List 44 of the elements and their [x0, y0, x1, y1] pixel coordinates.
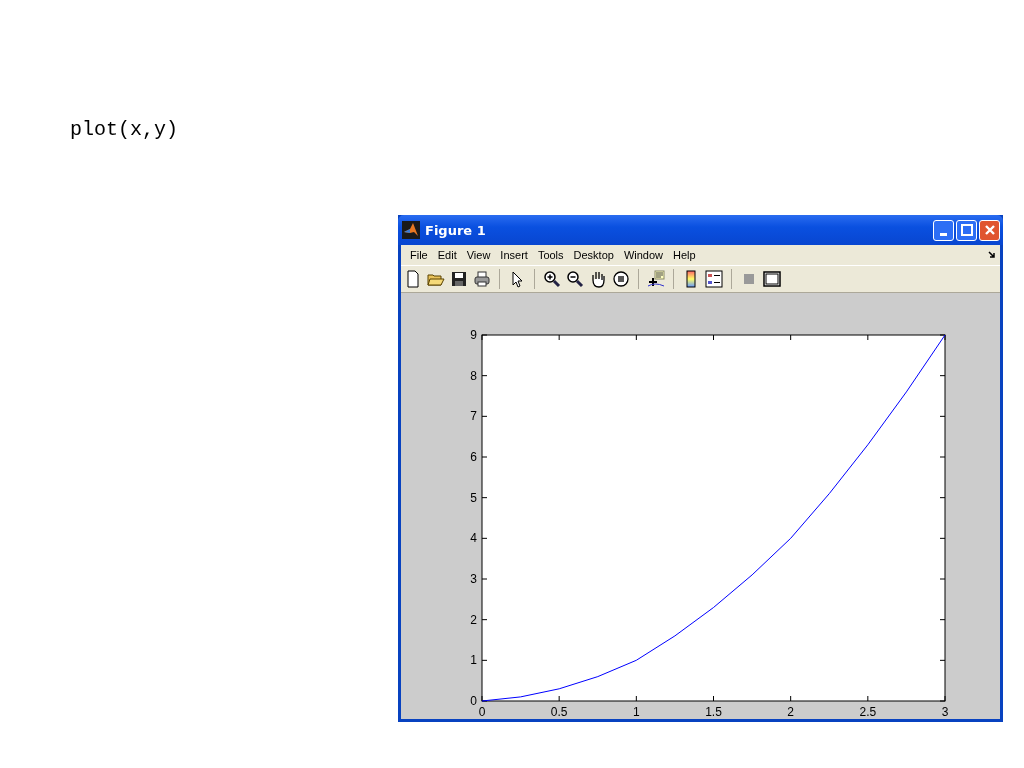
menu-item[interactable]: File: [405, 249, 433, 261]
blank-page-icon[interactable]: [404, 270, 422, 288]
y-tick-label: 5: [470, 490, 477, 505]
dock-arrow-icon[interactable]: [988, 251, 996, 259]
window-title: Figure 1: [425, 222, 487, 238]
hand-icon[interactable]: [589, 270, 607, 288]
y-tick-label: 9: [470, 328, 477, 342]
menu-item[interactable]: Edit: [432, 249, 462, 261]
minimize-button[interactable]: [933, 219, 954, 241]
menu-item[interactable]: View: [461, 249, 496, 261]
menu-item[interactable]: Window: [618, 249, 669, 261]
y-tick-label: 3: [470, 572, 477, 586]
y-tick-label: 4: [470, 531, 477, 546]
maximize-button[interactable]: [956, 219, 977, 241]
x-tick-label: 0: [478, 705, 486, 719]
zoom-in-icon[interactable]: [543, 270, 561, 288]
close-button[interactable]: [979, 219, 1000, 241]
y-tick-label: 2: [470, 612, 477, 627]
rotate-icon[interactable]: [612, 270, 630, 288]
close-icon: [983, 224, 996, 236]
x-tick-label: 1: [633, 705, 640, 719]
menu-item[interactable]: Desktop: [568, 249, 619, 261]
x-tick-label: 2: [787, 705, 794, 719]
menu-item[interactable]: Tools: [532, 249, 569, 261]
menu-item[interactable]: Insert: [495, 249, 533, 261]
window-frame-icon[interactable]: [763, 270, 781, 288]
x-tick-label: 1.5: [705, 705, 722, 719]
y-tick-label: 6: [470, 450, 477, 464]
minimize-icon: [940, 232, 947, 236]
x-tick-label: 0.5: [550, 705, 568, 719]
x-tick-label: 3: [941, 705, 949, 719]
x-tick-label: 2.5: [859, 705, 877, 719]
app-logo-icon: [402, 221, 420, 239]
y-tick-label: 1: [470, 653, 477, 668]
y-tick-label: 0: [470, 694, 477, 708]
menu-item[interactable]: Help: [668, 249, 701, 261]
maximize-icon: [960, 224, 973, 236]
legend-icon[interactable]: [705, 270, 723, 288]
code-line: plot(x,y): [70, 118, 179, 141]
y-tick-label: 7: [470, 409, 477, 424]
zoom-out-icon[interactable]: [566, 270, 584, 288]
data-cursor-icon[interactable]: [647, 270, 665, 288]
printer-icon[interactable]: [473, 270, 491, 288]
y-tick-label: 8: [470, 368, 477, 383]
